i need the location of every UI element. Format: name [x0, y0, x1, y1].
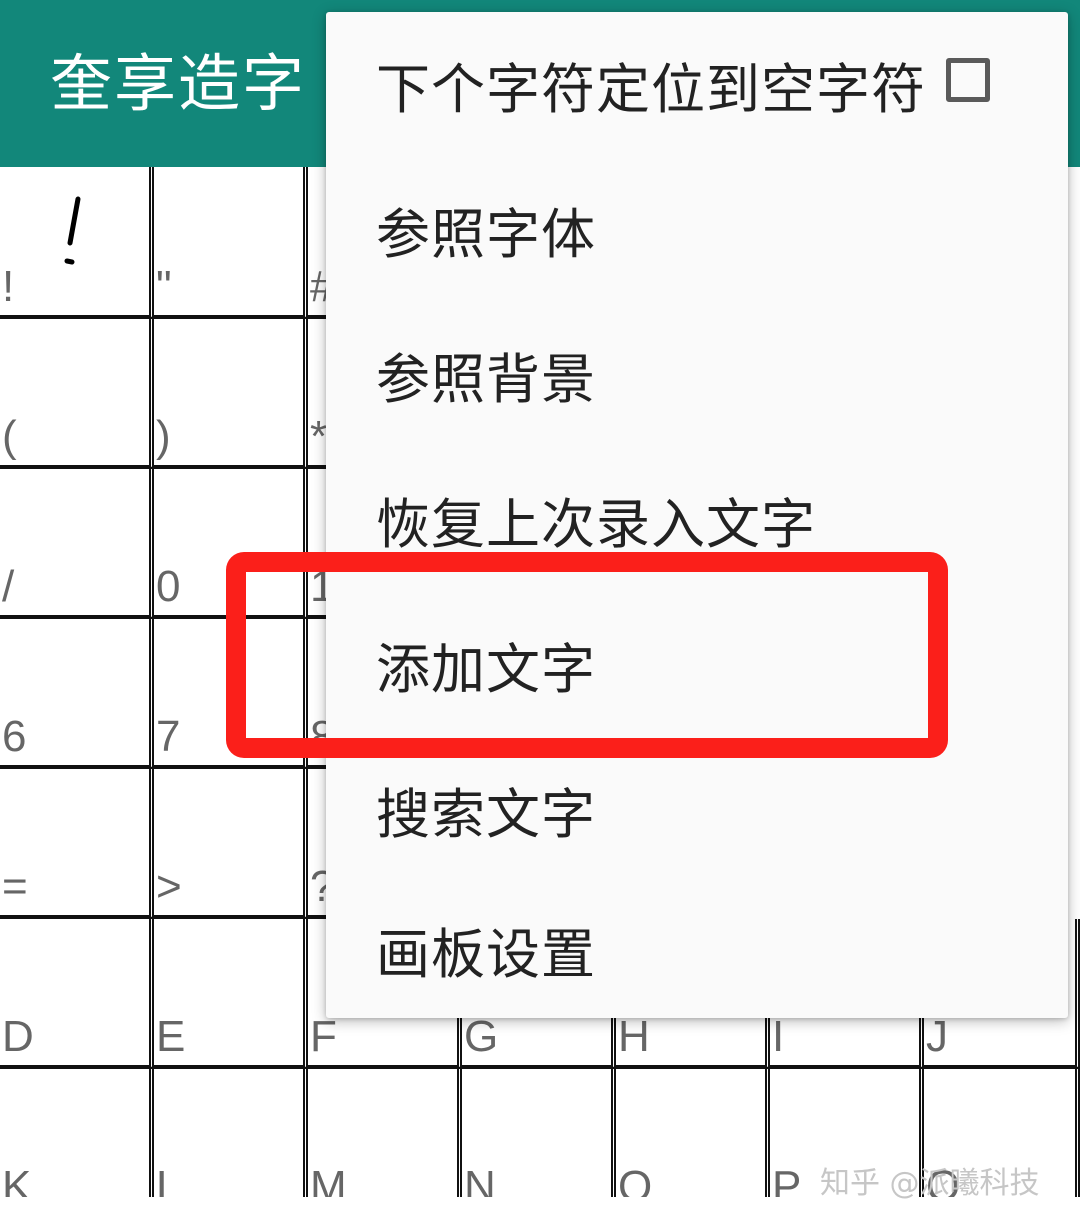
glyph-cell[interactable]: ) [154, 319, 308, 469]
glyph-cell[interactable]: " [154, 167, 308, 319]
menu-item-label: 下个字符定位到空字符 [376, 58, 926, 121]
glyph-label: ) [156, 412, 171, 461]
menu-item-reference-background[interactable]: 参照背景 [326, 302, 1068, 447]
menu-item-label: 搜索文字 [376, 783, 596, 846]
glyph-label: / [2, 562, 15, 611]
glyph-cell[interactable]: > [154, 769, 308, 919]
glyph-cell[interactable]: L [154, 1069, 308, 1197]
glyph-cell[interactable]: 6 [0, 619, 154, 769]
glyph-label: K [2, 1162, 32, 1198]
glyph-cell[interactable]: E [154, 919, 308, 1069]
menu-item-canvas-settings[interactable]: 画板设置 [326, 877, 1068, 1022]
glyph-label: 0 [156, 562, 181, 611]
glyph-cell[interactable]: ( [0, 319, 154, 469]
menu-item-label: 参照背景 [376, 348, 596, 411]
glyph-cell[interactable]: ! [0, 167, 154, 319]
glyph-label: ( [2, 412, 17, 461]
menu-item-search-text[interactable]: 搜索文字 [326, 737, 1068, 882]
glyph-cell[interactable]: M [308, 1069, 462, 1197]
glyph-cell[interactable]: N [462, 1069, 616, 1197]
menu-item-label: 参照字体 [376, 203, 596, 266]
glyph-label: 7 [156, 712, 181, 761]
highlight-annotation [226, 552, 948, 758]
glyph-label: = [2, 862, 28, 911]
glyph-label: P [772, 1162, 802, 1198]
glyph-label: > [156, 862, 182, 911]
glyph-label: L [156, 1162, 181, 1198]
app-title: 奎享造字 [50, 47, 307, 120]
watermark: 知乎 @派曦科技 [820, 1166, 1040, 1201]
glyph-cell[interactable]: = [0, 769, 154, 919]
glyph-cell[interactable]: / [0, 469, 154, 619]
glyph-label: " [156, 262, 172, 311]
menu-item-label: 恢复上次录入文字 [376, 493, 816, 556]
glyph-label: E [156, 1012, 186, 1061]
menu-item-label: 画板设置 [376, 923, 596, 986]
menu-item-locate-empty-char[interactable]: 下个字符定位到空字符 [326, 12, 1068, 157]
menu-item-reference-font[interactable]: 参照字体 [326, 157, 1068, 302]
glyph-cell[interactable]: O [616, 1069, 770, 1197]
overflow-menu: 下个字符定位到空字符 参照字体 参照背景 恢复上次录入文字 添加文字 搜索文字 … [326, 12, 1068, 1018]
handwritten-glyph [64, 196, 81, 265]
glyph-cell[interactable]: K [0, 1069, 154, 1197]
glyph-label: N [464, 1162, 496, 1198]
locate-empty-checkbox[interactable] [946, 58, 990, 102]
glyph-label: M [310, 1162, 347, 1198]
glyph-label: ! [2, 262, 15, 311]
glyph-label: 6 [2, 712, 27, 761]
glyph-label: D [2, 1012, 34, 1061]
glyph-label: * [310, 412, 328, 461]
glyph-label: O [618, 1162, 653, 1198]
glyph-cell[interactable]: D [0, 919, 154, 1069]
